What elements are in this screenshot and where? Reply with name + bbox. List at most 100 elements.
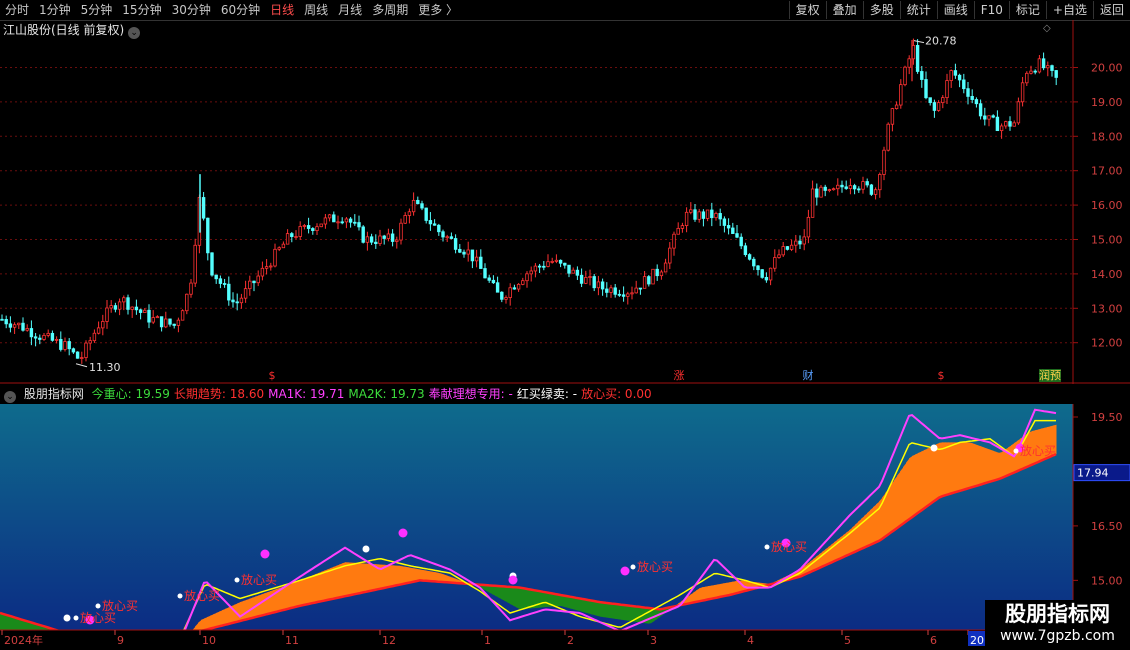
candle-body [596, 281, 601, 289]
period-tab-4[interactable]: 30分钟 [167, 0, 216, 20]
band-segment [525, 588, 529, 609]
period-tab-1[interactable]: 1分钟 [34, 0, 76, 20]
candlestick-chart[interactable]: 20.00 19.00 18.00 17.00 16.00 15.00 14.00 13.00… [0, 20, 1130, 384]
candle-body [130, 306, 134, 310]
candle-body [495, 282, 500, 293]
event-marker-2[interactable]: 财 [803, 368, 814, 382]
period-tab-6[interactable]: 日线 [265, 0, 299, 20]
candle-body [101, 321, 105, 329]
candle-body [773, 257, 777, 269]
band-segment [291, 582, 295, 609]
tool-button-3[interactable]: 统计 [899, 1, 937, 19]
band-segment [912, 454, 916, 518]
event-marker-0[interactable]: $ [269, 369, 276, 382]
x-tick-label: 4 [747, 634, 754, 647]
candle-body [672, 233, 676, 249]
x-tick-label: 9 [117, 634, 124, 647]
period-tab-0[interactable]: 分时 [0, 0, 34, 20]
tool-button-6[interactable]: 标记 [1008, 1, 1046, 19]
indicator-field-1: 长期趋势: 18.60 [173, 387, 265, 401]
band-segment [336, 564, 340, 599]
candle-body [441, 231, 445, 238]
candle-body [273, 248, 277, 267]
candle-body [483, 268, 487, 279]
tool-button-1[interactable]: 叠加 [825, 1, 863, 19]
candle-body [579, 274, 584, 284]
band-segment [567, 596, 571, 609]
band-segment [237, 602, 241, 622]
band-segment [399, 565, 403, 585]
tool-button-7[interactable]: +自选 [1045, 1, 1093, 19]
period-tab-10[interactable]: 更多 〉 [413, 0, 463, 20]
tool-button-2[interactable]: 多股 [862, 1, 900, 19]
candle-body [42, 335, 46, 340]
candle-body [54, 338, 59, 341]
period-tab-9[interactable]: 多周期 [367, 0, 413, 20]
candle-body [206, 217, 210, 254]
candle-body [239, 297, 244, 304]
period-tab-2[interactable]: 5分钟 [76, 0, 118, 20]
band-segment [924, 448, 928, 509]
event-marker-1[interactable]: 涨 [674, 369, 685, 382]
candle-body [1004, 121, 1008, 127]
candle-body [109, 305, 113, 309]
band-segment [303, 577, 307, 606]
event-label: 润预 [1039, 368, 1061, 382]
band-segment [519, 587, 523, 610]
candle-body [928, 97, 932, 103]
y-tick-label: 17.00 [1091, 165, 1123, 178]
band-segment [921, 450, 925, 511]
band-segment [900, 467, 904, 526]
x-tick-label: 11 [285, 634, 299, 647]
candle-body [957, 74, 962, 81]
indicator-name[interactable]: 股朋指标网 [24, 387, 84, 401]
band-segment [516, 587, 520, 609]
candle-body [655, 268, 659, 277]
candle-body [416, 199, 420, 205]
band-segment [546, 592, 550, 608]
tool-button-8[interactable]: 返回 [1092, 1, 1130, 19]
candle-body [1025, 72, 1029, 84]
band-segment [696, 588, 700, 602]
buy-dot [95, 603, 101, 609]
band-segment [939, 442, 943, 498]
candle-body [151, 317, 155, 323]
candle-body [474, 256, 479, 262]
band-segment [228, 606, 232, 625]
candle-body [235, 301, 239, 304]
candle-body [794, 240, 798, 246]
indicator-header: ⌄ 股朋指标网 今重心: 19.59 长期趋势: 18.60 MA1K: 19.71… [0, 385, 1073, 403]
tool-button-0[interactable]: 复权 [788, 1, 826, 19]
band-segment [387, 564, 391, 588]
band-segment [903, 462, 907, 524]
candle-body [1016, 101, 1021, 124]
tool-button-5[interactable]: F10 [973, 1, 1009, 19]
band-segment [708, 585, 712, 600]
band-segment [297, 580, 301, 607]
band-segment [432, 571, 436, 582]
candle-body [642, 276, 647, 289]
band-segment [978, 445, 982, 486]
candle-body [122, 297, 126, 303]
band-segment [390, 565, 394, 587]
period-tab-8[interactable]: 月线 [333, 0, 367, 20]
band-segment [600, 602, 604, 618]
tool-button-4[interactable]: 画线 [936, 1, 974, 19]
x-tick-label: 2 [567, 634, 574, 647]
buy-dot [1013, 448, 1019, 454]
indicator-toggle-icon[interactable]: ⌄ [4, 391, 16, 403]
event-marker-4[interactable]: 润预 [1039, 368, 1061, 382]
period-tab-3[interactable]: 15分钟 [117, 0, 166, 20]
candle-body [1008, 121, 1012, 127]
period-tab-5[interactable]: 60分钟 [216, 0, 265, 20]
period-tab-7[interactable]: 周线 [299, 0, 333, 20]
band-segment [408, 567, 412, 583]
low-price-label: 11.30 [89, 361, 121, 374]
event-marker-3[interactable]: $ [938, 369, 945, 382]
band-segment [891, 480, 895, 533]
candle-body [626, 293, 630, 297]
band-segment [591, 600, 595, 616]
band-segment [537, 590, 541, 608]
indicator-chart[interactable]: 19.5018.0016.5015.0013.5017.94放心买放心买放心买放… [0, 404, 1130, 650]
candle-body [164, 318, 168, 328]
